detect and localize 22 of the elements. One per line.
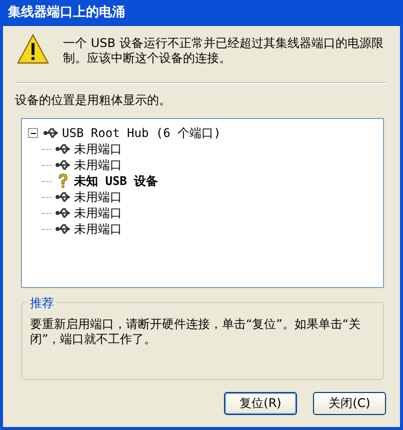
warning-message: 一个 USB 设备运行不正常并已经超过其集线器端口的电源限制。应该中断这个设备的连接。 xyxy=(63,36,384,66)
window-title: 集线器端口上的电涌 xyxy=(6,4,126,22)
tree-item[interactable]: 未用端口 xyxy=(74,140,122,158)
collapse-toggle[interactable] xyxy=(28,128,38,138)
tree-item[interactable]: 未知 USB 设备 xyxy=(74,172,158,190)
tree-item[interactable]: 未用端口 xyxy=(74,156,122,174)
usb-icon xyxy=(43,126,59,140)
usb-icon xyxy=(55,142,71,156)
close-button[interactable]: 关闭(C) xyxy=(313,392,386,415)
usb-icon xyxy=(55,206,71,220)
reset-button[interactable]: 复位(R) xyxy=(224,392,297,415)
group-title: 推荐 xyxy=(28,295,56,312)
usb-icon xyxy=(55,158,71,172)
tree-item[interactable]: 未用端口 xyxy=(74,204,122,222)
usb-icon xyxy=(55,222,71,236)
location-note: 设备的位置是用粗体显示的。 xyxy=(15,92,172,108)
tree-item[interactable]: USB Root Hub (6 个端口) xyxy=(62,124,221,142)
usb-icon xyxy=(55,190,71,204)
tree-item[interactable]: 未用端口 xyxy=(74,188,122,206)
recommendation-text: 要重新启用端口，请断开硬件连接，单击“复位”。如果单击“关闭”，端口就不工作了。 xyxy=(30,317,362,347)
warning-icon xyxy=(17,34,49,64)
tree-item[interactable]: 未用端口 xyxy=(74,220,122,238)
